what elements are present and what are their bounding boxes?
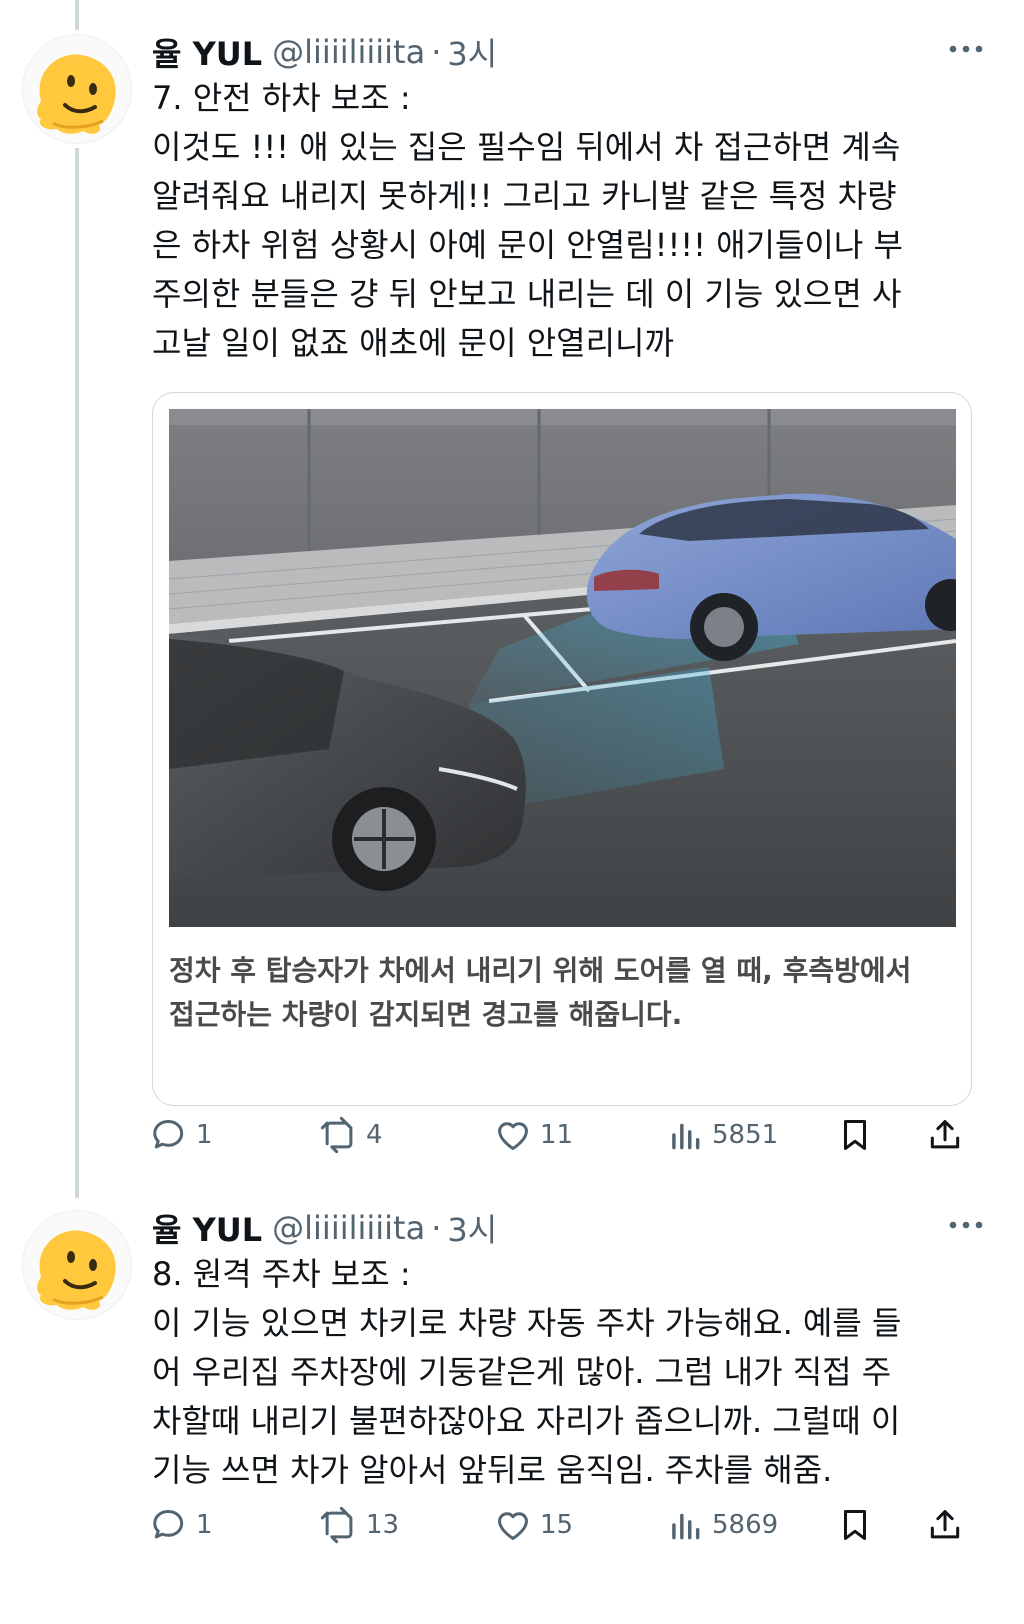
tweet-text: 8. 원격 주차 보조 : 이 기능 있으면 차키로 차량 자동 주차 가능해요… [152, 1250, 972, 1495]
separator-dot: · [431, 33, 442, 71]
analytics-icon [672, 1513, 700, 1540]
tweet-2[interactable]: 율 YUL @liiiiliiiita · 3시 8. 원격 주차 보조 : 이… [0, 1200, 1024, 1620]
tweet-actions: 1 13 15 5869 [0, 1500, 1024, 1550]
reply-button[interactable]: 1 [150, 1110, 213, 1160]
like-button[interactable]: 11 [494, 1110, 573, 1160]
timestamp[interactable]: 3시 [447, 1205, 497, 1251]
display-name[interactable]: 율 YUL [152, 1205, 262, 1251]
retweet-icon [320, 1506, 353, 1544]
user-handle[interactable]: @liiiiliiiita [272, 33, 425, 71]
view-count: 5851 [712, 1120, 779, 1150]
bookmark-button[interactable] [836, 1500, 874, 1550]
bookmark-button[interactable] [836, 1110, 874, 1160]
tweet-header: 율 YUL @liiiiliiiita · 3시 [152, 26, 497, 78]
user-handle[interactable]: @liiiiliiiita [272, 1209, 425, 1247]
tweet-text-line: 이것도 !!! 애 있는 집은 필수임 뒤에서 차 접근하면 계속 [152, 128, 901, 166]
tweet-text-line: 기능 쓰면 차가 알아서 앞뒤로 움직임. 주차를 해줌. [152, 1451, 833, 1489]
bookmark-icon [843, 1510, 867, 1540]
tweet-text-line: 차할때 내리기 불편하잖아요 자리가 좁으니까. 그럴때 이 [152, 1402, 901, 1440]
tweet-text-line: 이 기능 있으면 차키로 차량 자동 주차 가능해요. 예를 들 [152, 1304, 902, 1342]
tweet-text: 7. 안전 하차 보조 : 이것도 !!! 애 있는 집은 필수임 뒤에서 차 … [152, 74, 972, 368]
melting-face-emoji-icon [37, 54, 116, 134]
caption-line: 정차 후 탑승자가 차에서 내리기 위해 도어를 열 때, 후측방에서 [169, 954, 912, 987]
heart-icon [498, 1512, 528, 1540]
retweet-button[interactable]: 4 [320, 1110, 383, 1160]
retweet-icon [320, 1116, 353, 1154]
safe-exit-assist-image[interactable] [169, 409, 956, 927]
display-name[interactable]: 율 YUL [152, 29, 262, 75]
analytics-icon [672, 1123, 700, 1150]
melting-face-emoji-icon [37, 1230, 116, 1310]
media-card[interactable]: 정차 후 탑승자가 차에서 내리기 위해 도어를 열 때, 후측방에서 접근하는… [152, 392, 972, 1106]
retweet-button[interactable]: 13 [320, 1500, 399, 1550]
bookmark-icon [843, 1120, 867, 1150]
tweet-text-line: 알려줘요 내리지 못하게!! 그리고 카니발 같은 특정 차량 [152, 177, 897, 215]
share-button[interactable] [926, 1110, 964, 1160]
tweet-text-line: 8. 원격 주차 보조 : [152, 1255, 411, 1293]
reply-button[interactable]: 1 [150, 1500, 213, 1550]
reply-icon [153, 1510, 184, 1539]
avatar[interactable] [22, 34, 132, 144]
reply-count: 1 [196, 1120, 213, 1150]
share-icon [930, 1120, 960, 1149]
avatar[interactable] [22, 1210, 132, 1320]
share-button[interactable] [926, 1500, 964, 1550]
timestamp[interactable]: 3시 [447, 29, 497, 75]
separator-dot: · [431, 1209, 442, 1247]
like-count: 11 [540, 1120, 574, 1150]
tweet-1[interactable]: 율 YUL @liiiiliiiita · 3시 7. 안전 하차 보조 : 이… [0, 24, 1024, 1174]
more-options-icon[interactable] [946, 1210, 986, 1240]
tweet-text-line: 어 우리집 주차장에 기둥같은게 많아. 그럼 내가 직접 주 [152, 1353, 892, 1391]
more-options-icon[interactable] [946, 34, 986, 64]
tweet-text-line: 7. 안전 하차 보조 : [152, 79, 411, 117]
like-button[interactable]: 15 [494, 1500, 573, 1550]
view-count: 5869 [712, 1510, 779, 1540]
retweet-count: 13 [366, 1510, 400, 1540]
tweet-actions: 1 4 11 5851 [0, 1110, 1024, 1160]
reply-count: 1 [196, 1510, 213, 1540]
share-icon [930, 1510, 960, 1539]
tweet-header: 율 YUL @liiiiliiiita · 3시 [152, 1202, 497, 1254]
heart-icon [498, 1122, 528, 1150]
views-button[interactable]: 5851 [666, 1110, 778, 1160]
like-count: 15 [540, 1510, 574, 1540]
views-button[interactable]: 5869 [666, 1500, 778, 1550]
tweet-text-line: 고날 일이 없죠 애초에 문이 안열리니까 [152, 324, 674, 362]
tweet-text-line: 주의한 분들은 걍 뒤 안보고 내리는 데 이 기능 있으면 사 [152, 275, 902, 313]
card-caption: 정차 후 탑승자가 차에서 내리기 위해 도어를 열 때, 후측방에서 접근하는… [169, 949, 959, 1037]
tweet-text-line: 은 하차 위험 상황시 아예 문이 안열림!!!! 애기들이나 부 [152, 226, 903, 264]
reply-icon [153, 1120, 184, 1149]
retweet-count: 4 [366, 1120, 383, 1150]
caption-line: 접근하는 차량이 감지되면 경고를 해줍니다. [169, 998, 683, 1031]
